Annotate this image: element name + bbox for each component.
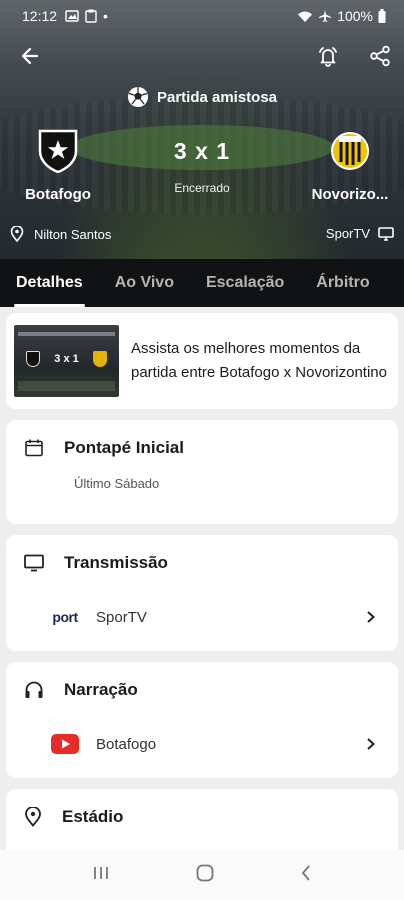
match-type-label: Partida amistosa <box>156 88 278 106</box>
arrow-left-icon <box>21 47 39 65</box>
transmission-channel: SporTV <box>96 608 147 626</box>
broadcaster: SporTV <box>326 226 394 241</box>
calendar-icon <box>25 439 43 457</box>
match-type: Partida amistosa <box>0 86 404 108</box>
airplane-icon <box>319 10 332 22</box>
home-button[interactable] <box>195 863 215 888</box>
tv-icon <box>378 226 394 241</box>
novorizontino-crest-icon <box>327 128 373 174</box>
location-pin-icon <box>25 807 41 827</box>
headphones-icon <box>25 681 43 698</box>
sportv-logo: port <box>48 600 82 634</box>
bell-ring-icon <box>319 47 337 67</box>
status-bar: 12:12 • 100% <box>22 6 386 26</box>
recent-apps-button[interactable] <box>92 865 110 886</box>
stadium-card: Estádio <box>6 789 398 850</box>
away-team-name: Novorizo... <box>311 186 389 203</box>
kickoff-title: Pontapé Inicial <box>64 438 184 457</box>
highlight-card[interactable]: 3 x 1 Assista os melhores momentos da pa… <box>6 313 398 409</box>
kickoff-value: Último Sábado <box>74 476 160 491</box>
highlight-thumbnail[interactable]: 3 x 1 <box>14 325 119 397</box>
narration-channel: Botafogo <box>96 735 157 753</box>
narration-title: Narração <box>64 680 138 699</box>
tab-ao-vivo[interactable]: Ao Vivo <box>99 259 190 307</box>
venue-name: Nilton Santos <box>34 226 112 242</box>
location-pin-icon <box>10 226 24 242</box>
chevron-right-icon <box>367 611 375 623</box>
narration-card: Narração Botafogo <box>6 662 398 778</box>
back-button[interactable] <box>16 42 44 70</box>
wifi-icon <box>298 11 313 22</box>
clipboard-icon <box>85 9 97 23</box>
highlight-text: Assista os melhores momentos da partida … <box>131 340 387 381</box>
battery-text: 100% <box>337 8 373 24</box>
details-content[interactable]: 3 x 1 Assista os melhores momentos da pa… <box>0 307 404 850</box>
dot-icon: • <box>103 8 108 24</box>
broadcaster-name: SporTV <box>325 226 370 241</box>
gallery-icon <box>65 10 79 22</box>
transmission-card: Transmissão port SporTV <box>6 535 398 651</box>
stadium-title: Estádio <box>62 807 124 826</box>
chevron-right-icon <box>367 738 375 750</box>
sportv-logo-text: port <box>52 609 78 625</box>
transmission-item[interactable]: port SporTV <box>24 591 380 643</box>
narration-item[interactable]: Botafogo <box>24 718 380 770</box>
match-header: 12:12 • 100% Partida amistosa Botafogo 3… <box>0 0 404 259</box>
tab-escalacao[interactable]: Escalação <box>190 259 300 307</box>
venue: Nilton Santos <box>10 226 111 242</box>
share-icon <box>370 45 390 67</box>
status-time: 12:12 <box>22 8 58 24</box>
chevron-left-icon <box>301 864 310 881</box>
system-nav-bar <box>0 850 404 900</box>
battery-icon <box>378 9 386 23</box>
transmission-title: Transmissão <box>64 553 168 572</box>
tv-icon <box>24 554 44 572</box>
tab-detalhes[interactable]: Detalhes <box>0 259 99 307</box>
notification-button[interactable] <box>314 42 342 70</box>
tab-arbitro[interactable]: Árbitro <box>300 259 385 307</box>
kickoff-card: Pontapé Inicial Último Sábado <box>6 420 398 524</box>
home-icon <box>196 864 214 881</box>
tab-bar: Detalhes Ao Vivo Escalação Árbitro <box>0 259 404 307</box>
away-team[interactable]: Novorizo... <box>298 128 402 203</box>
recent-apps-icon <box>94 866 109 879</box>
soccer-ball-icon <box>127 87 148 107</box>
back-nav-button[interactable] <box>300 864 312 887</box>
youtube-icon <box>48 727 82 761</box>
share-button[interactable] <box>366 42 394 70</box>
